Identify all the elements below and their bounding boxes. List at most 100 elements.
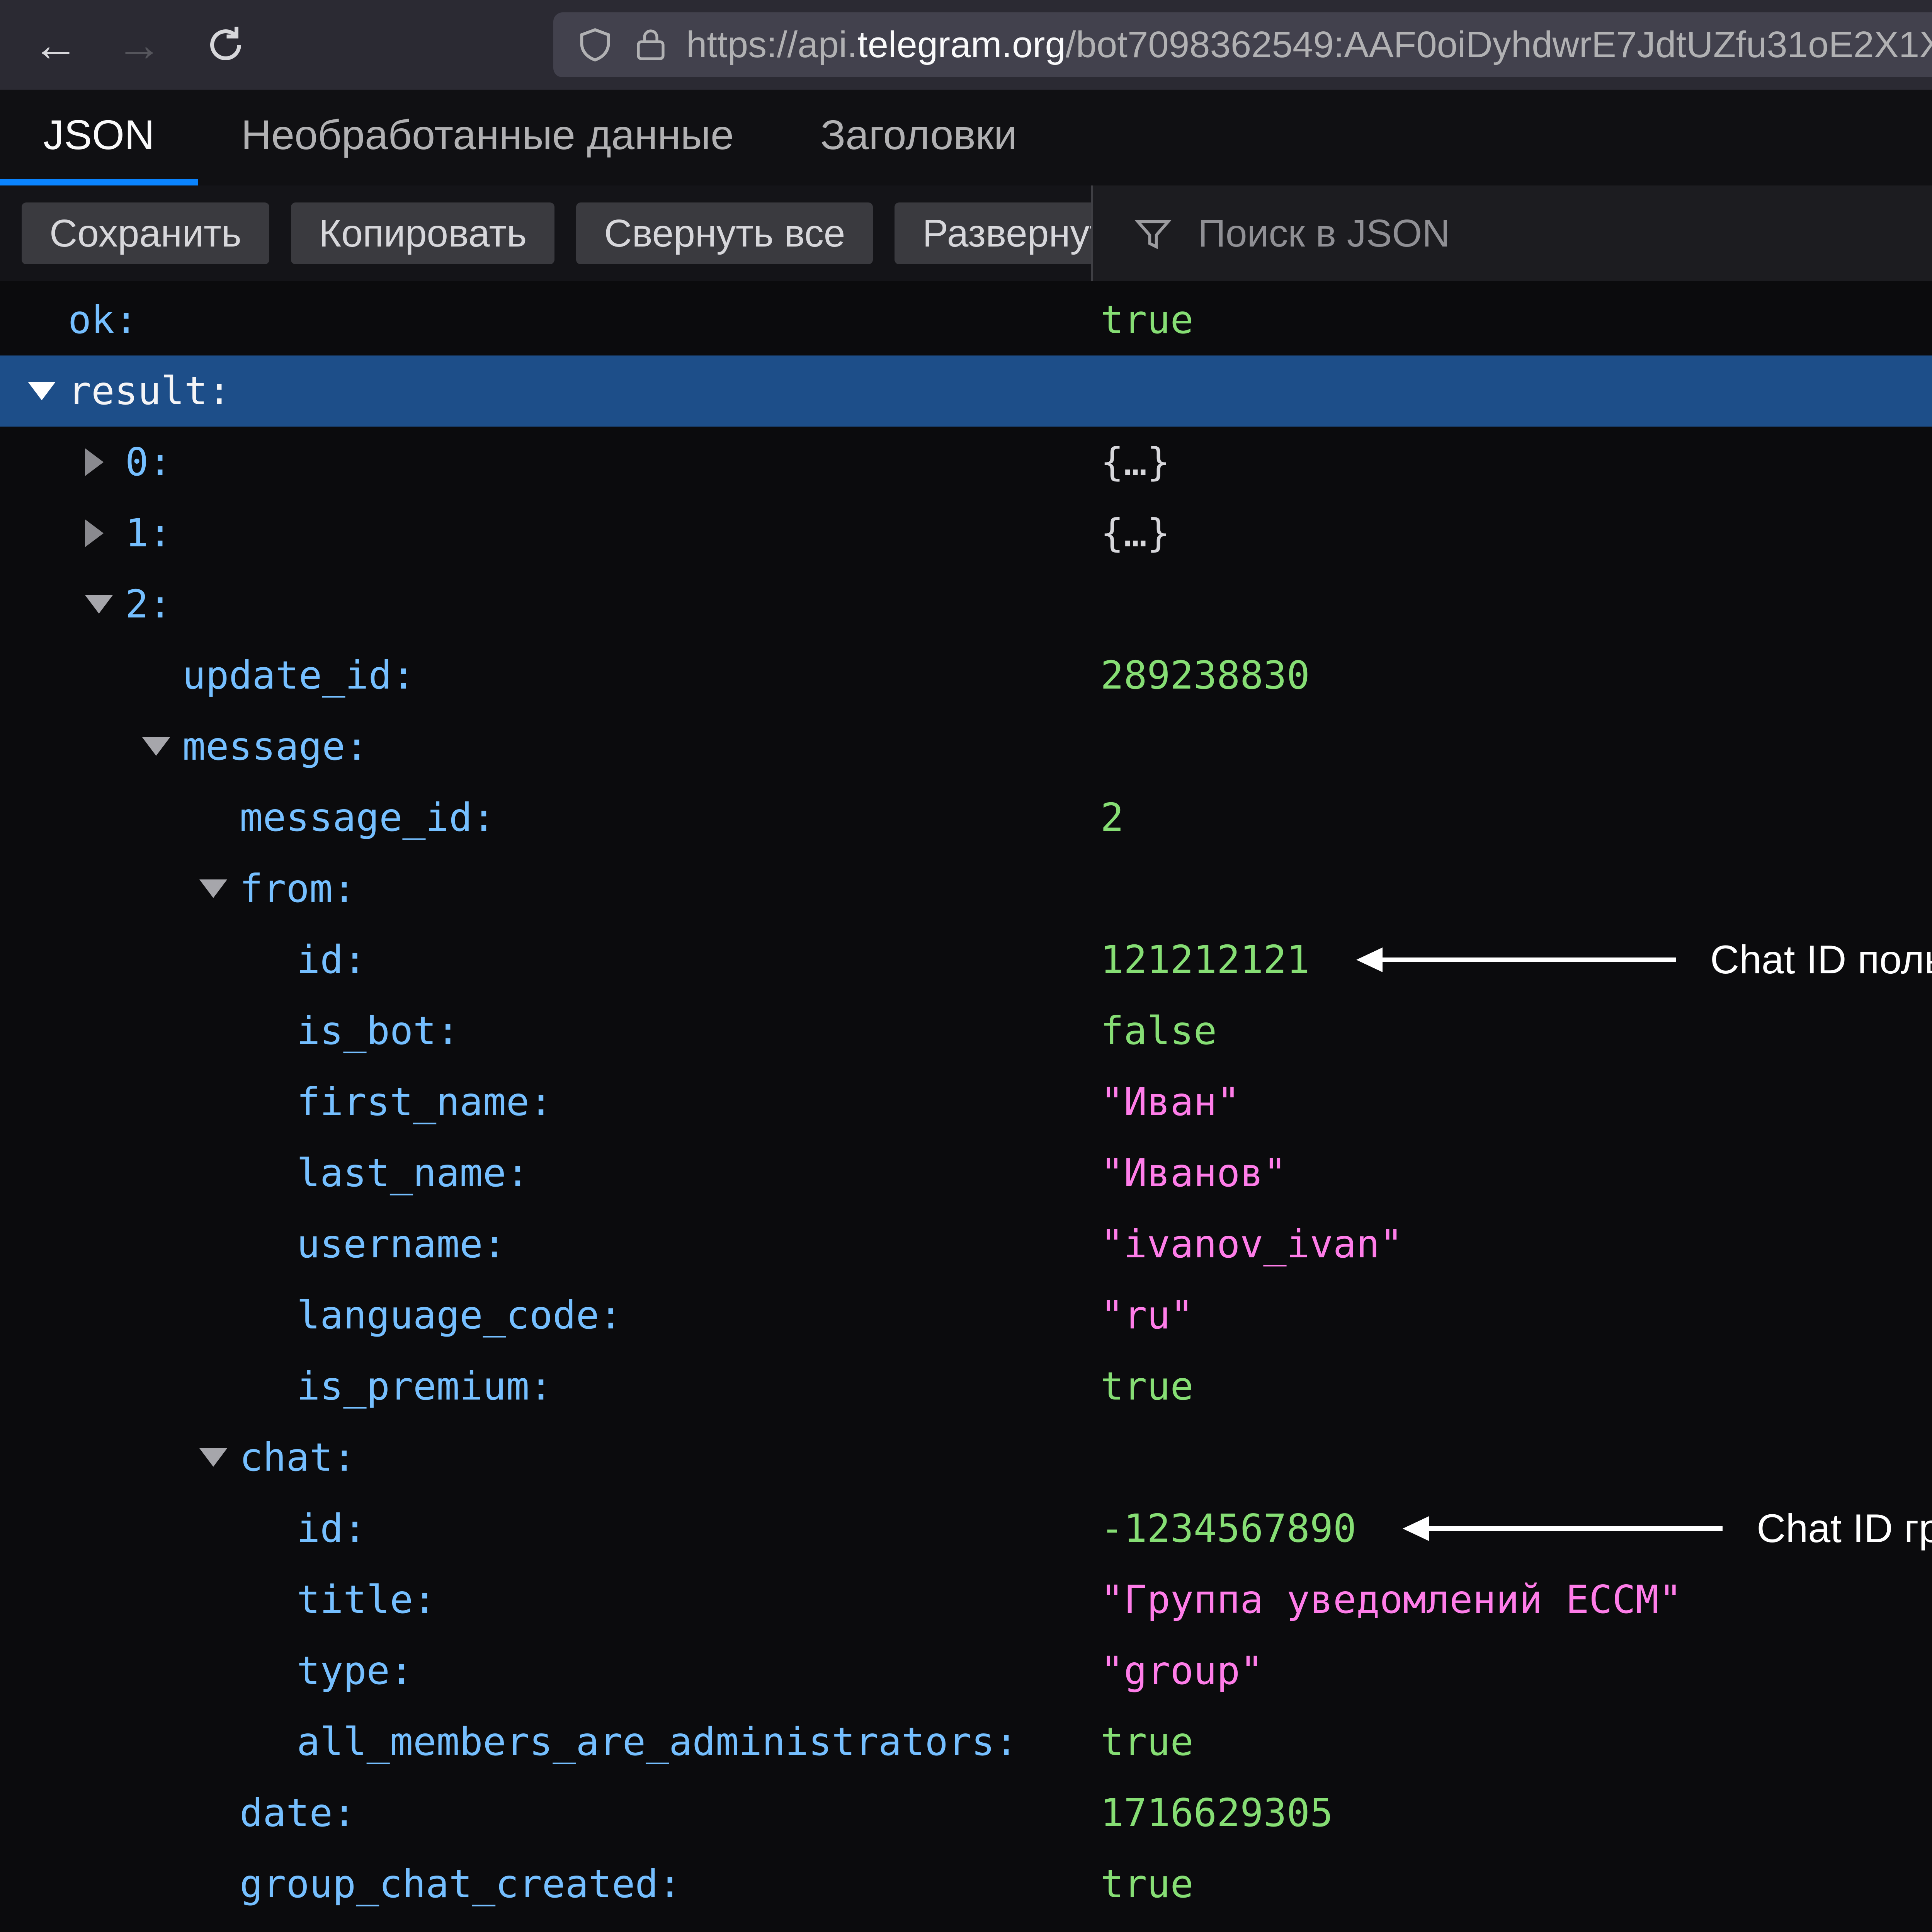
json-key: username: xyxy=(297,1209,506,1280)
url-text: https://api.telegram.org/bot7098362549:A… xyxy=(686,24,1932,66)
reload-glyph xyxy=(202,22,249,68)
viewer-tabbar: JSON Необработанные данные Заголовки xyxy=(0,90,1932,185)
json-value: "Группа уведомлений ECCM" xyxy=(1100,1564,1682,1635)
tab-json[interactable]: JSON xyxy=(0,90,198,185)
json-key: all_members_are_administrators: xyxy=(297,1706,1018,1777)
json-key: id: xyxy=(297,924,367,995)
tab-raw-data[interactable]: Необработанные данные xyxy=(198,90,777,185)
json-row[interactable]: id: 121212121 Chat ID пользователя xyxy=(0,924,1932,995)
json-value: {…} xyxy=(1100,498,1170,569)
json-key: update_id: xyxy=(182,640,415,711)
json-row[interactable]: 0: {…} xyxy=(0,427,1932,498)
json-key: id: xyxy=(297,1493,367,1564)
json-key: 2: xyxy=(125,569,172,640)
json-row[interactable]: is_premium: true xyxy=(0,1351,1932,1422)
json-value: -1234567890 xyxy=(1100,1493,1356,1564)
json-value: true xyxy=(1100,1849,1194,1920)
json-row[interactable]: group_chat_created: true xyxy=(0,1849,1932,1920)
annotation-label: Chat ID группы xyxy=(1757,1493,1932,1564)
json-tree: ok:trueresult:0:{…}1:{…}2:update_id:2892… xyxy=(0,281,1932,1932)
tab-headers[interactable]: Заголовки xyxy=(777,90,1060,185)
json-key: last_name: xyxy=(297,1138,529,1209)
expand-toggle-icon[interactable] xyxy=(85,448,125,476)
json-row[interactable]: is_bot: false xyxy=(0,995,1932,1066)
viewer-toolbar: Сохранить Копировать Свернуть все Развер… xyxy=(0,185,1932,281)
expand-toggle-icon[interactable] xyxy=(85,519,125,547)
json-row[interactable]: type:"group" xyxy=(0,1635,1932,1706)
json-key: title: xyxy=(297,1564,436,1635)
collapse-toggle-icon[interactable] xyxy=(142,737,182,756)
json-row[interactable]: ok:true xyxy=(0,284,1932,355)
collapse-toggle-icon[interactable] xyxy=(85,595,125,614)
forward-icon[interactable]: → xyxy=(99,0,179,90)
json-row[interactable]: chat: xyxy=(0,1422,1932,1493)
json-value: 121212121 xyxy=(1100,924,1310,995)
json-value: false xyxy=(1100,995,1217,1066)
json-key: chat: xyxy=(240,1422,356,1493)
json-key: first_name: xyxy=(297,1066,553,1138)
json-row[interactable]: date: 1716629305 xyxy=(0,1777,1932,1849)
json-value: true xyxy=(1100,1351,1194,1422)
json-row[interactable]: id: -1234567890 Chat ID группы xyxy=(0,1493,1932,1564)
json-row[interactable]: update_id: 289238830 xyxy=(0,640,1932,711)
json-row[interactable]: 3: xyxy=(0,1920,1932,1932)
json-value: {…} xyxy=(1100,427,1170,498)
json-value: "ru" xyxy=(1100,1280,1194,1351)
json-key: message_id: xyxy=(240,782,495,853)
arrow-shaft xyxy=(1429,1526,1723,1531)
json-value: 1716629305 xyxy=(1100,1777,1333,1849)
tracking-protection-icon[interactable] xyxy=(575,25,615,65)
json-key: from: xyxy=(240,853,356,924)
json-row[interactable]: all_members_are_administrators: true xyxy=(0,1706,1932,1777)
arrow-shaft xyxy=(1383,957,1676,962)
json-row[interactable]: username: "ivanov_ivan" xyxy=(0,1209,1932,1280)
json-key: language_code: xyxy=(297,1280,622,1351)
chat-id-annotation: Chat ID группы xyxy=(1356,1493,1932,1564)
back-icon[interactable]: ← xyxy=(15,0,96,90)
collapse-all-button[interactable]: Свернуть все xyxy=(576,202,873,264)
json-key: group_chat_created: xyxy=(240,1849,682,1920)
reload-icon[interactable] xyxy=(185,0,266,90)
search-placeholder: Поиск в JSON xyxy=(1198,211,1450,256)
json-key: 3: xyxy=(125,1920,172,1932)
arrow-left-icon xyxy=(1403,1516,1429,1541)
json-row[interactable]: language_code: "ru" xyxy=(0,1280,1932,1351)
json-value: 2 xyxy=(1100,782,1124,853)
filter-icon xyxy=(1133,213,1173,253)
arrow-left-icon xyxy=(1356,947,1383,972)
json-value: true xyxy=(1100,1706,1194,1777)
json-row[interactable]: last_name: "Иванов" xyxy=(0,1138,1932,1209)
json-key: is_bot: xyxy=(297,995,459,1066)
url-bar[interactable]: https://api.telegram.org/bot7098362549:A… xyxy=(553,12,1932,77)
json-value: "ivanov_ivan" xyxy=(1100,1209,1403,1280)
lock-icon[interactable] xyxy=(634,25,668,65)
annotation-label: Chat ID пользователя xyxy=(1710,924,1932,995)
copy-button[interactable]: Копировать xyxy=(291,202,554,264)
json-row[interactable]: title: "Группа уведомлений ECCM" xyxy=(0,1564,1932,1635)
json-row[interactable]: message_id: 2 xyxy=(0,782,1932,853)
json-key: is_premium: xyxy=(297,1351,553,1422)
collapse-toggle-icon[interactable] xyxy=(199,1448,240,1467)
json-search-input[interactable]: Поиск в JSON xyxy=(1091,185,1932,281)
json-key: 0: xyxy=(125,427,172,498)
json-row[interactable]: 1: {…} xyxy=(0,498,1932,569)
collapse-toggle-icon[interactable] xyxy=(28,382,68,400)
browser-toolbar: ← → https://api.telegram.org/bot70983625… xyxy=(0,0,1932,90)
json-key: date: xyxy=(240,1777,356,1849)
json-value: "Иван" xyxy=(1100,1066,1240,1138)
json-row[interactable]: 2: xyxy=(0,569,1932,640)
json-value: 289238830 xyxy=(1100,640,1310,711)
json-row[interactable]: message: xyxy=(0,711,1932,782)
json-row[interactable]: result: xyxy=(0,355,1932,427)
json-key: type: xyxy=(297,1635,413,1706)
json-row[interactable]: from: xyxy=(0,853,1932,924)
json-key: 1: xyxy=(125,498,172,569)
chat-id-annotation: Chat ID пользователя xyxy=(1310,924,1932,995)
collapse-toggle-icon[interactable] xyxy=(199,879,240,898)
json-key: message: xyxy=(182,711,369,782)
json-row[interactable]: first_name: "Иван" xyxy=(0,1066,1932,1138)
json-value: "Иванов" xyxy=(1100,1138,1287,1209)
json-key: result: xyxy=(68,355,231,427)
json-key: ok: xyxy=(68,284,138,355)
save-button[interactable]: Сохранить xyxy=(22,202,269,264)
